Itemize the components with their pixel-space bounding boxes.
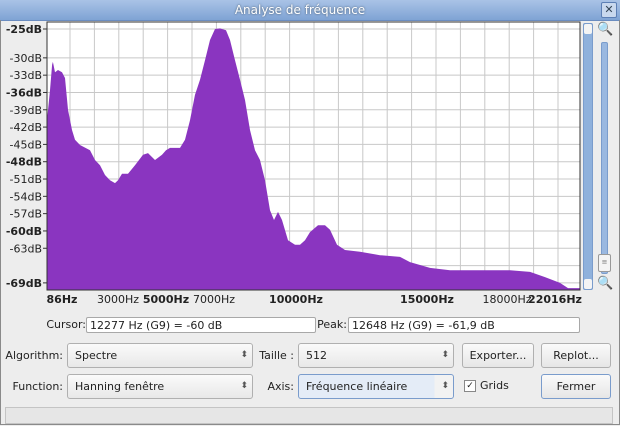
select-arrows-icon: ⬍ [240, 381, 248, 391]
x-tick-label: 22016Hz [528, 293, 582, 306]
y-tick-label: -36dB [6, 86, 42, 99]
status-bar [5, 407, 613, 424]
zoom-slider[interactable] [601, 42, 608, 274]
scrollbar-up-thumb[interactable] [584, 24, 592, 34]
zoom-slider-handle[interactable]: ≡ [598, 254, 611, 272]
function-value: Hanning fenêtre [75, 380, 165, 393]
function-label: Function: [12, 380, 64, 393]
close-button[interactable]: Fermer [541, 374, 611, 399]
size-value: 512 [306, 349, 327, 362]
y-tick-label: -51dB [10, 173, 43, 186]
x-tick-label: 10000Hz [269, 293, 323, 306]
peak-label: Peak: [317, 318, 347, 331]
y-tick-label: -39dB [10, 104, 43, 117]
y-tick-label: -30dB [10, 52, 43, 65]
x-tick-label: 86Hz [47, 293, 78, 306]
window-title: Analyse de fréquence [234, 3, 366, 17]
axis-label: Axis: [267, 380, 294, 393]
vertical-scrollbar[interactable] [583, 23, 593, 290]
scrollbar-down-thumb[interactable] [584, 279, 592, 289]
select-arrows-icon: ⬍ [240, 350, 248, 360]
select-arrows-icon: ⬍ [441, 350, 449, 360]
y-tick-label: -63dB [10, 242, 43, 255]
spectrum-chart[interactable]: -25dB -30dB -33dB -36dB -39dB -42dB -45dB -48dB… [0, 20, 620, 310]
x-tick-label: 3000Hz [97, 293, 139, 306]
zoom-in-icon[interactable]: 🔍 [597, 22, 613, 37]
x-tick-label: 15000Hz [400, 293, 454, 306]
replot-button[interactable]: Replot... [541, 343, 611, 368]
close-icon[interactable]: ✕ [601, 2, 617, 18]
function-select[interactable]: Hanning fenêtre ⬍ [67, 374, 253, 399]
x-tick-label: 18000Hz [482, 293, 531, 306]
cursor-label: Cursor: [46, 318, 86, 331]
grids-label: Grids [480, 379, 509, 392]
y-tick-label: -33dB [10, 69, 43, 82]
x-tick-label: 7000Hz [193, 293, 235, 306]
axis-select[interactable]: Fréquence linéaire ⬍ [298, 374, 454, 399]
peak-field[interactable]: 12648 Hz (G9) = -61,9 dB [348, 317, 580, 333]
y-tick-label: -42dB [10, 121, 43, 134]
y-tick-label: -45dB [10, 138, 43, 151]
zoom-out-icon[interactable]: 🔍 [597, 276, 613, 291]
select-arrows-icon: ⬍ [441, 381, 449, 391]
grids-checkbox[interactable]: ✓ [464, 380, 476, 392]
algorithm-value: Spectre [75, 349, 118, 362]
size-label: Taille : [259, 349, 294, 362]
y-tick-label: -57dB [10, 208, 43, 221]
y-tick-label: -60dB [6, 225, 42, 238]
algorithm-select[interactable]: Spectre ⬍ [67, 343, 253, 368]
export-button[interactable]: Exporter... [462, 343, 534, 368]
x-tick-label: 5000Hz [143, 293, 189, 306]
y-tick-label: -48dB [6, 156, 42, 169]
y-tick-label: -25dB [6, 23, 42, 36]
size-select[interactable]: 512 ⬍ [298, 343, 454, 368]
y-tick-label: -69dB [6, 277, 42, 290]
y-tick-label: -54dB [10, 190, 43, 203]
axis-value: Fréquence linéaire [306, 380, 408, 393]
algorithm-label: Algorithm: [5, 349, 63, 362]
cursor-field[interactable]: 12277 Hz (G9) = -60 dB [86, 317, 316, 333]
